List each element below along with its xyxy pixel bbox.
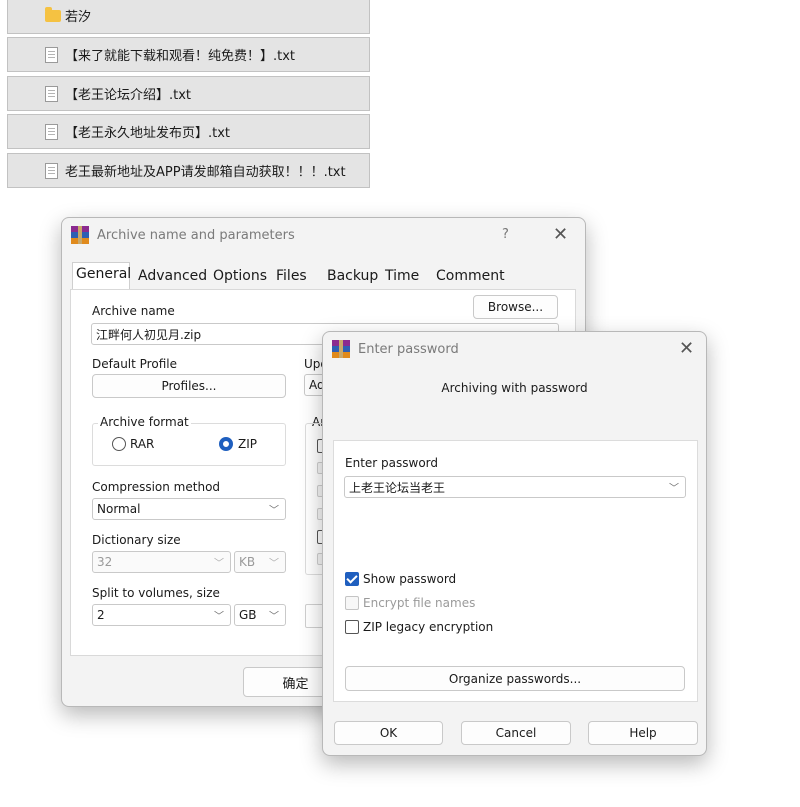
chevron-down-icon: ﹀ xyxy=(669,483,679,495)
file-name: 【老王论坛介绍】.txt xyxy=(65,88,192,103)
compression-method-value: Normal xyxy=(97,502,141,516)
text-file-icon xyxy=(45,85,58,102)
archive-name-value: 江畔何人初见月.zip xyxy=(96,327,202,342)
chevron-down-icon: ﹀ xyxy=(269,558,279,570)
tab-backup[interactable]: Backup xyxy=(324,265,381,289)
zip-legacy-encryption-label: ZIP legacy encryption xyxy=(363,620,494,634)
help-icon[interactable]: ? xyxy=(502,227,509,242)
chevron-down-icon: ﹀ xyxy=(269,611,279,623)
archive-format-label: Archive format xyxy=(98,415,191,429)
zip-radio-label: ZIP xyxy=(238,437,257,451)
file-row-folder[interactable]: 若汐 xyxy=(7,0,370,34)
tab-general[interactable]: General xyxy=(72,262,131,290)
enter-password-label: Enter password xyxy=(345,456,438,470)
ok-button[interactable]: OK xyxy=(334,721,443,745)
chevron-down-icon: ﹀ xyxy=(269,505,279,517)
text-file-icon xyxy=(45,123,58,140)
compression-method-label: Compression method xyxy=(92,480,221,494)
dictionary-size-label: Dictionary size xyxy=(92,533,181,547)
organize-passwords-button[interactable]: Organize passwords... xyxy=(345,666,685,691)
chevron-down-icon: ﹀ xyxy=(214,611,224,623)
show-password-checkbox[interactable] xyxy=(345,572,359,586)
default-profile-label: Default Profile xyxy=(92,357,177,371)
password-value: 上老王论坛当老王 xyxy=(349,480,446,495)
file-row[interactable]: 【老王永久地址发布页】.txt xyxy=(7,114,370,149)
zip-legacy-encryption-checkbox[interactable] xyxy=(345,620,359,634)
rar-radio-label: RAR xyxy=(130,437,155,451)
tab-time[interactable]: Time xyxy=(382,265,422,289)
file-row[interactable]: 老王最新地址及APP请发邮箱自动获取！！！.txt xyxy=(7,153,370,188)
password-dialog-title: Enter password xyxy=(358,341,459,357)
file-row[interactable]: 【来了就能下载和观看！纯免费！】.txt xyxy=(7,37,370,72)
split-volumes-value: 2 xyxy=(97,608,105,622)
help-button[interactable]: Help xyxy=(588,721,698,745)
folder-icon xyxy=(45,6,61,22)
close-icon[interactable]: ✕ xyxy=(679,338,694,359)
encrypt-file-names-checkbox[interactable] xyxy=(345,596,359,610)
close-icon[interactable]: ✕ xyxy=(553,224,568,245)
archive-dialog-title: Archive name and parameters xyxy=(97,227,295,243)
split-unit-value: GB xyxy=(239,608,257,622)
split-volumes-select[interactable]: 2 ﹀ xyxy=(92,604,231,626)
profiles-button[interactable]: Profiles... xyxy=(92,374,286,398)
file-row[interactable]: 【老王论坛介绍】.txt xyxy=(7,76,370,111)
show-password-label: Show password xyxy=(363,572,457,586)
file-name: 【来了就能下载和观看！纯免费！】.txt xyxy=(65,49,296,64)
tab-files[interactable]: Files xyxy=(273,265,310,289)
winrar-icon xyxy=(332,340,350,358)
text-file-icon xyxy=(45,162,58,179)
split-unit-select[interactable]: GB ﹀ xyxy=(234,604,286,626)
archive-name-label: Archive name xyxy=(92,304,175,318)
compression-method-select[interactable]: Normal ﹀ xyxy=(92,498,286,520)
chevron-down-icon: ﹀ xyxy=(214,558,224,570)
dictionary-size-value: 32 xyxy=(97,555,113,569)
password-dialog-titlebar: Enter password ✕ xyxy=(323,332,706,366)
text-file-icon xyxy=(45,46,58,63)
archive-dialog-titlebar: Archive name and parameters ? ✕ xyxy=(62,218,585,252)
enter-password-dialog: Enter password ✕ Archiving with password… xyxy=(322,331,707,756)
tab-advanced[interactable]: Advanced xyxy=(135,265,210,289)
password-input[interactable]: 上老王论坛当老王 ﹀ xyxy=(344,476,686,498)
tab-options[interactable]: Options xyxy=(210,265,270,289)
file-name: 【老王永久地址发布页】.txt xyxy=(65,126,231,141)
tab-comment[interactable]: Comment xyxy=(433,265,508,289)
encrypt-file-names-label: Encrypt file names xyxy=(363,596,476,610)
rar-radio[interactable] xyxy=(112,437,126,451)
dictionary-unit-select[interactable]: KB ﹀ xyxy=(234,551,286,573)
file-name: 若汐 xyxy=(65,10,92,25)
browse-button[interactable]: Browse... xyxy=(473,295,558,319)
winrar-icon xyxy=(71,226,89,244)
zip-radio[interactable] xyxy=(219,437,233,451)
dictionary-size-select[interactable]: 32 ﹀ xyxy=(92,551,231,573)
cancel-button[interactable]: Cancel xyxy=(461,721,571,745)
file-name: 老王最新地址及APP请发邮箱自动获取！！！.txt xyxy=(65,165,346,180)
archiving-with-password-heading: Archiving with password xyxy=(441,381,588,395)
dictionary-unit-value: KB xyxy=(239,555,256,569)
split-volumes-label: Split to volumes, size xyxy=(92,586,220,600)
